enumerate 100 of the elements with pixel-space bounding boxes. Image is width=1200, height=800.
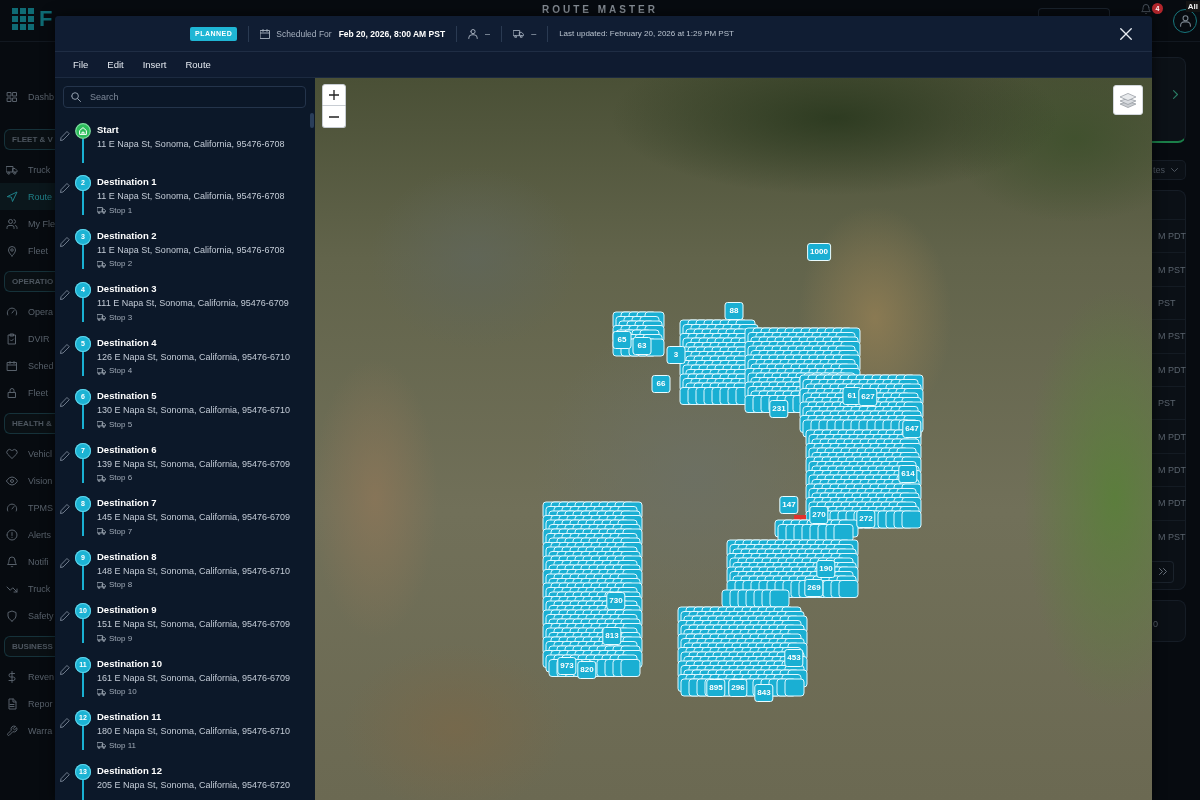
- sidebar-item[interactable]: Repor: [0, 690, 55, 717]
- marker-cluster-drawing[interactable]: [677, 589, 808, 697]
- map-marker[interactable]: 1000: [807, 243, 831, 261]
- sidebar-item[interactable]: Opera: [0, 298, 55, 325]
- plus-icon: [329, 90, 339, 100]
- search-icon: [71, 92, 81, 102]
- sidebar-item[interactable]: Alerts: [0, 521, 55, 548]
- map-marker[interactable]: 269: [804, 579, 824, 597]
- table-cell: M PST: [1158, 264, 1186, 275]
- map-marker[interactable]: 973: [557, 657, 577, 675]
- tooltip: All: [1185, 1, 1200, 12]
- logo-text: F: [39, 8, 53, 30]
- table-cell: PST: [1158, 398, 1176, 409]
- map-marker[interactable]: 190: [816, 560, 836, 578]
- sidebar-item[interactable]: Fleet: [0, 237, 55, 264]
- map-marker[interactable]: 820: [577, 661, 597, 679]
- sidebar-item[interactable]: Safety: [0, 602, 55, 629]
- document-icon: [6, 697, 18, 710]
- pencil-icon[interactable]: [60, 557, 70, 568]
- sidebar-item[interactable]: Vehicl: [0, 440, 55, 467]
- chevron-right-icon[interactable]: [1173, 90, 1178, 99]
- map-marker[interactable]: 813: [602, 627, 622, 645]
- scheduled-date: Feb 20, 2026, 8:00 AM PST: [338, 28, 446, 39]
- zoom-out-button[interactable]: [322, 106, 346, 128]
- truck-icon: [97, 421, 106, 428]
- pencil-icon[interactable]: [60, 397, 70, 407]
- stop-title: Destination 7: [97, 496, 157, 510]
- pencil-icon[interactable]: [60, 343, 70, 354]
- pencil-icon[interactable]: [60, 450, 70, 461]
- route-connector-line: [82, 512, 84, 536]
- sidebar-item[interactable]: Dashb: [0, 83, 55, 110]
- pencil-icon[interactable]: [60, 183, 70, 193]
- map-pin-icon: [6, 244, 18, 257]
- map-marker[interactable]: 453: [784, 649, 804, 667]
- sidebar-item[interactable]: Truck: [0, 156, 55, 183]
- stop-title: Destination 10: [97, 656, 162, 671]
- map-marker[interactable]: 627: [858, 388, 878, 406]
- sidebar-item[interactable]: Fleet: [0, 379, 55, 406]
- close-button[interactable]: [1120, 27, 1132, 40]
- map-marker[interactable]: 614: [898, 465, 918, 483]
- pencil-icon[interactable]: [60, 718, 70, 728]
- logo-icon: [12, 8, 34, 30]
- sidebar-item[interactable]: Vision: [0, 467, 55, 494]
- map-marker[interactable]: 270: [809, 506, 829, 524]
- stop-title: Destination 9: [97, 603, 157, 617]
- menu-item[interactable]: Route: [185, 59, 211, 70]
- table-cell: M PDT: [1158, 464, 1186, 475]
- map-marker[interactable]: 88: [724, 302, 744, 320]
- pencil-icon[interactable]: [60, 504, 70, 514]
- zoom-in-button[interactable]: [322, 84, 346, 106]
- map-marker[interactable]: 231: [769, 400, 789, 418]
- stop-address: 151 E Napa St, Sonoma, California, 95476-6709: [97, 618, 291, 631]
- layers-button[interactable]: [1113, 85, 1143, 115]
- menu-item[interactable]: Edit: [107, 59, 124, 70]
- sidebar-item[interactable]: My Fle: [0, 210, 55, 237]
- table-cell: M PDT: [1158, 364, 1186, 375]
- map-marker[interactable]: 730: [606, 592, 626, 610]
- sidebar-section-header: BUSINESS: [4, 636, 55, 657]
- sidebar-item[interactable]: Truck: [0, 575, 55, 602]
- sidebar-item[interactable]: Warra: [0, 717, 55, 744]
- stop-label: Stop 1: [109, 205, 133, 216]
- menu-item[interactable]: Insert: [142, 59, 167, 70]
- next-page-button[interactable]: [1152, 560, 1174, 583]
- sidebar-item[interactable]: TPMS: [0, 494, 55, 521]
- table-cell: PST: [1158, 297, 1176, 308]
- route-connector-line: [82, 139, 84, 163]
- search-field[interactable]: Search: [63, 86, 306, 108]
- map-marker[interactable]: 647: [902, 420, 922, 438]
- pencil-icon[interactable]: [60, 236, 70, 247]
- map-marker[interactable]: 65: [612, 331, 632, 349]
- map-marker[interactable]: 272: [856, 510, 876, 528]
- satellite-map-placeholder[interactable]: 1000 88 65 63 3 66 231 61 627 647 614 147 270 272 190 269 730 813 973 820 453 895 296 843: [315, 78, 1152, 800]
- map-marker[interactable]: 895: [706, 679, 726, 697]
- stop-address: 180 E Napa St, Sonoma, California, 95476-6710: [97, 725, 291, 738]
- map-marker[interactable]: 147: [779, 496, 799, 514]
- map-marker[interactable]: 3: [666, 346, 686, 364]
- map-marker[interactable]: 66: [651, 375, 671, 393]
- pencil-icon[interactable]: [60, 290, 70, 300]
- pencil-icon[interactable]: [60, 611, 70, 621]
- route-connector-line: [82, 619, 84, 643]
- sidebar-item[interactable]: DVIR: [0, 325, 55, 352]
- sidebar-item[interactable]: Notifi: [0, 548, 55, 575]
- sidebar-item[interactable]: Reven: [0, 663, 55, 690]
- marker-cluster-drawing[interactable]: [542, 501, 643, 677]
- pencil-icon[interactable]: [60, 664, 70, 675]
- scrollbar[interactable]: [310, 113, 314, 128]
- map-marker[interactable]: 296: [728, 679, 748, 697]
- stop-label: Stop 3: [109, 312, 133, 323]
- sidebar-item[interactable]: Sched: [0, 352, 55, 379]
- menu-item[interactable]: File: [73, 59, 89, 70]
- calendar-icon: [6, 359, 18, 372]
- truck-icon: [97, 367, 106, 375]
- map-marker[interactable]: 63: [632, 337, 652, 355]
- pencil-icon[interactable]: [60, 771, 70, 782]
- sidebar-item[interactable]: Route: [0, 183, 55, 210]
- stop-label: Stop 11: [109, 740, 136, 751]
- map-marker[interactable]: 843: [754, 684, 774, 702]
- pencil-icon[interactable]: [60, 131, 70, 141]
- truck-icon: [97, 314, 106, 321]
- truck-icon: [97, 742, 106, 749]
